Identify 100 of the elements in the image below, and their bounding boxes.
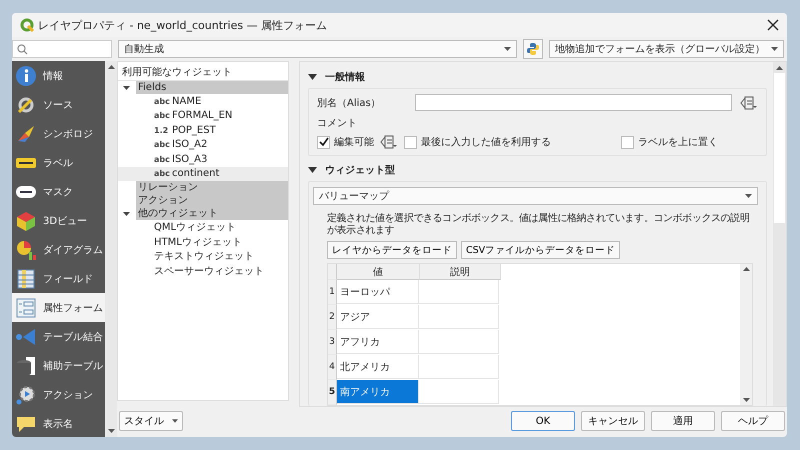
table-cell[interactable] [419, 305, 499, 329]
expression-icon[interactable] [380, 135, 398, 149]
tree-item[interactable]: abc ISO_A3 [118, 152, 288, 166]
tree-item[interactable]: テキストウィジェット [118, 249, 288, 264]
scroll-up-icon[interactable] [108, 65, 114, 69]
sidebar-item[interactable]: ラベル [12, 148, 105, 177]
table-cell[interactable]: アフリカ [337, 330, 419, 354]
layout-dropdown[interactable]: 自動生成 [118, 40, 517, 58]
collapse-arrow-icon [308, 74, 317, 80]
caret-icon [172, 419, 178, 423]
tree-item[interactable]: abc FORMAL_EN [118, 108, 288, 123]
scroll-down-icon[interactable] [742, 398, 750, 402]
section-header[interactable]: 一般情報 [308, 68, 767, 85]
row-number: 1 [328, 280, 337, 305]
checkbox-box[interactable] [621, 136, 634, 148]
tree-item[interactable]: abc NAME [118, 94, 288, 108]
actions-icon [15, 384, 37, 406]
search-icon [17, 44, 28, 54]
tree-item-label: スペーサーウィジェット [154, 264, 264, 278]
window-title: レイヤプロパティ - ne_world_countries — 属性フォーム [38, 18, 328, 32]
field-type-label: abc [154, 111, 167, 120]
sidebar-item[interactable]: テーブル結合 [12, 322, 105, 351]
tree-item-label: HTMLウィジェット [154, 236, 242, 249]
field-type-label: 1.2 [154, 126, 167, 135]
sidebar-item[interactable]: ダイアグラム [12, 235, 105, 264]
tree-item-label: テキストウィジェット [154, 250, 254, 264]
form-suppress-dropdown[interactable]: 地物追加でフォームを表示（グローバル設定） [549, 40, 784, 58]
alias-label: 別名（Alias） [317, 96, 382, 110]
table-cell[interactable] [419, 355, 499, 379]
check-icon [318, 137, 328, 147]
load-button[interactable]: レイヤからデータをロード [327, 241, 457, 259]
view3d-icon [15, 210, 37, 232]
checkbox[interactable]: 編集可能 [317, 135, 374, 149]
field-type-label: abc [154, 140, 167, 150]
dialog-button[interactable]: OK [511, 411, 575, 431]
row-number: 2 [328, 305, 337, 330]
style-button[interactable]: スタイル [119, 411, 183, 431]
expand-arrow-icon[interactable] [123, 212, 130, 216]
tree-item[interactable]: スペーサーウィジェット [118, 264, 288, 278]
description-text: 定義された値を選択できるコンボボックス。値は属性に格納されています。コンボボックスの説明が表示されます [327, 212, 750, 237]
tree-item-label: POP_EST [172, 124, 216, 136]
sidebar-item[interactable]: 表示名 [12, 409, 105, 437]
python-icon [526, 42, 540, 56]
tree-item[interactable]: HTMLウィジェット [118, 234, 288, 249]
table-cell[interactable]: ヨーロッパ [337, 280, 419, 304]
checkbox[interactable]: 最後に入力した値を利用する [404, 135, 551, 149]
dialog-button[interactable]: ヘルプ [721, 411, 785, 431]
dialog-button[interactable]: 適用 [651, 411, 715, 431]
python-button[interactable] [523, 39, 543, 59]
scrollbar-thumb[interactable] [774, 73, 785, 223]
table-cell[interactable] [419, 330, 499, 354]
load-button[interactable]: CSVファイルからデータをロード [461, 241, 620, 259]
diagram-icon [15, 238, 37, 260]
search-field[interactable] [12, 40, 112, 58]
expand-arrow-icon[interactable] [123, 86, 130, 90]
sidebar-item[interactable]: 補助テーブル [12, 351, 105, 380]
sidebar-item[interactable]: シンボロジ [12, 119, 105, 148]
row-number: 3 [328, 330, 337, 355]
sidebar-item[interactable]: ソース [12, 90, 105, 119]
table-cell[interactable]: 南アメリカ [337, 380, 419, 404]
row-number: 4 [328, 355, 337, 380]
tree-item[interactable]: QMLウィジェット [118, 220, 288, 234]
checkbox[interactable]: ラベルを上に置く [621, 135, 718, 149]
info-icon [15, 64, 37, 86]
scroll-up-icon[interactable] [742, 267, 750, 271]
caret-icon [504, 47, 511, 51]
column-header[interactable]: 説明 [420, 264, 501, 280]
sidebar-item[interactable]: アクション [12, 380, 105, 409]
close-icon[interactable] [767, 19, 779, 31]
tree-item[interactable]: abc ISO_A2 [118, 138, 288, 152]
field-type-label: abc [154, 169, 167, 178]
row-number: 5 [328, 380, 337, 405]
column-header[interactable]: 値 [337, 264, 420, 280]
comment-label: コメント [317, 117, 358, 130]
tree-item[interactable]: 1.2 POP_EST [118, 123, 288, 138]
tree-item-label: continent [172, 168, 220, 180]
tree-item-label: FORMAL_EN [172, 110, 232, 122]
scroll-up-icon[interactable] [776, 66, 783, 70]
table-cell[interactable]: アジア [337, 305, 419, 329]
sidebar-item[interactable]: 情報 [12, 61, 105, 90]
tree-item-label: ISO_A3 [172, 154, 208, 165]
sidebar-item[interactable]: フィールド [12, 264, 105, 293]
tree-item-label: NAME [172, 96, 202, 107]
dialog-button[interactable]: キャンセル [581, 411, 645, 431]
alias-field[interactable] [415, 94, 732, 111]
collapse-arrow-icon [308, 166, 317, 172]
expression-icon[interactable] [740, 96, 758, 110]
tree-item[interactable]: abc continent [118, 166, 288, 181]
widget-type-dropdown[interactable]: バリューマップ [313, 187, 758, 205]
table-cell[interactable] [419, 280, 499, 304]
checkbox-box[interactable] [404, 136, 417, 148]
sidebar-item[interactable]: 3Dビュー [12, 206, 105, 235]
table-cell[interactable]: 北アメリカ [337, 355, 419, 379]
section-header[interactable]: ウィジェット型 [308, 161, 767, 178]
scroll-down-icon[interactable] [108, 429, 114, 433]
sidebar-item[interactable]: マスク [12, 177, 105, 206]
sidebar-item[interactable]: 属性フォーム [12, 293, 105, 322]
checkbox-box[interactable] [317, 136, 330, 148]
table-cell[interactable] [419, 380, 499, 404]
field-type-label: abc [154, 154, 167, 164]
